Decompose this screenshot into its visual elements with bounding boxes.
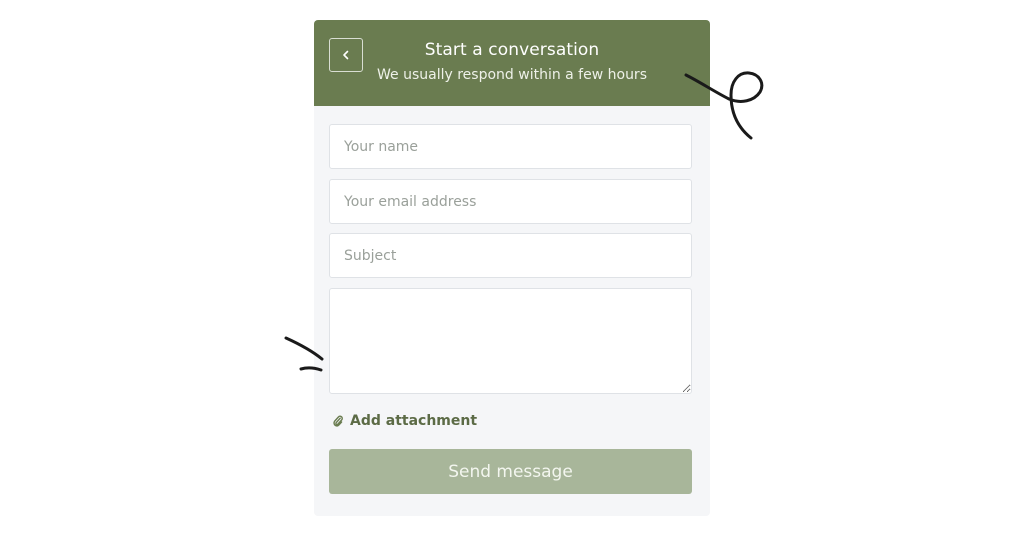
- add-attachment-link[interactable]: Add attachment: [332, 413, 477, 429]
- add-attachment-label: Add attachment: [350, 413, 478, 429]
- paperclip-icon: [333, 415, 343, 427]
- header-title: Start a conversation: [424, 40, 600, 60]
- message-textarea[interactable]: [329, 288, 692, 394]
- page: Start a conversation We usually respond …: [0, 0, 1024, 536]
- widget-header: Start a conversation We usually respond …: [314, 20, 710, 106]
- email-input[interactable]: [329, 179, 692, 224]
- name-input[interactable]: [329, 124, 692, 169]
- contact-widget: Start a conversation We usually respond …: [314, 20, 710, 516]
- header-subtitle: We usually respond within a few hours: [377, 67, 647, 83]
- subject-input[interactable]: [329, 233, 692, 278]
- send-message-button[interactable]: Send message: [329, 449, 692, 494]
